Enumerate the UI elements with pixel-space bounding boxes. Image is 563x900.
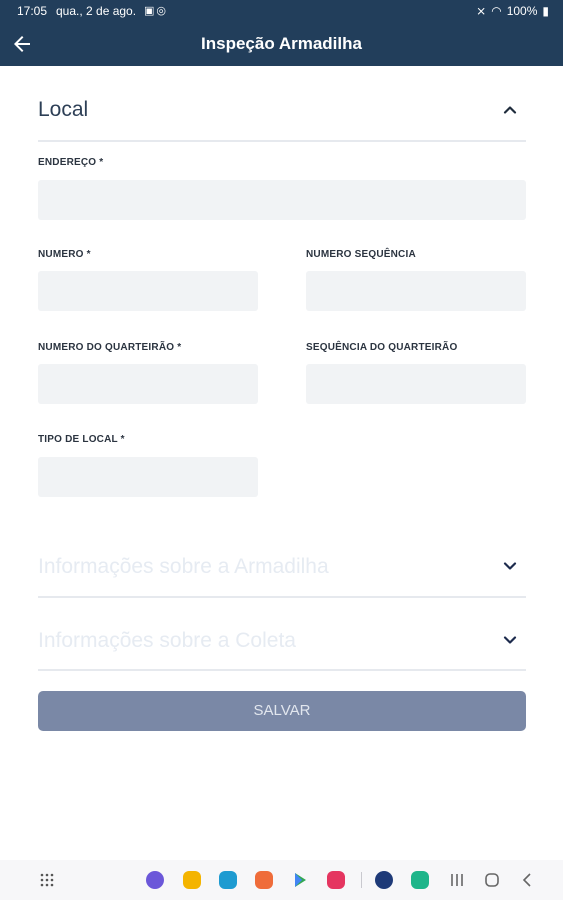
page-title: Inspeção Armadilha <box>201 34 362 53</box>
chevron-down-icon <box>503 562 517 570</box>
app-bar: Inspeção Armadilha <box>0 22 563 66</box>
section-armadilha-title: Informações sobre a Armadilha <box>38 555 329 578</box>
status-bar: 17:05 qua., 2 de ago. ▣◎ ⨯ ◠ 100% ▮ <box>0 0 563 22</box>
section-coleta-title: Informações sobre a Coleta <box>38 629 296 652</box>
sequencia-quarteirao-label: SEQUÊNCIA DO QUARTEIRÃO <box>306 342 458 353</box>
status-right: ⨯ ◠ 100% ▮ <box>476 4 549 18</box>
status-app-icons: ▣◎ <box>144 4 168 17</box>
save-button[interactable]: SALVAR <box>38 691 526 731</box>
numero-quarteirao-label: NUMERO DO QUARTEIRÃO * <box>38 342 182 353</box>
video-icon[interactable] <box>327 871 345 889</box>
status-time: 17:05 <box>17 4 48 18</box>
calendar-icon[interactable] <box>219 871 237 889</box>
divider <box>361 872 362 888</box>
whatsapp-icon: ◎ <box>156 5 169 17</box>
sequencia-quarteirao-input[interactable] <box>306 364 526 404</box>
back-icon[interactable] <box>519 871 537 889</box>
system-nav-bar <box>0 860 563 900</box>
play-store-icon[interactable] <box>291 871 309 889</box>
battery-text: 100% <box>506 4 538 18</box>
wifi-icon: ◠ <box>491 4 502 18</box>
chevron-up-icon <box>503 106 517 114</box>
numero-sequencia-label: NUMERO SEQUÊNCIA <box>306 249 416 260</box>
tipo-local-input[interactable] <box>38 457 258 497</box>
mute-icon: ⨯ <box>476 4 487 18</box>
app-drawer-icon[interactable] <box>38 871 56 889</box>
gallery-icon: ▣ <box>144 5 157 17</box>
section-armadilha-header[interactable]: Informações sobre a Armadilha <box>38 536 526 598</box>
status-date: qua., 2 de ago. <box>56 4 137 18</box>
numero-sequencia-input[interactable] <box>306 271 526 311</box>
endereco-input[interactable] <box>38 180 526 220</box>
tipo-local-label: TIPO DE LOCAL * <box>38 434 125 445</box>
numero-label: NUMERO * <box>38 249 91 260</box>
section-coleta-header[interactable]: Informações sobre a Coleta <box>38 609 526 671</box>
recents-icon[interactable] <box>448 871 466 889</box>
endereco-label: ENDEREÇO * <box>38 157 104 168</box>
settings-icon[interactable] <box>375 871 393 889</box>
numero-quarteirao-input[interactable] <box>38 364 258 404</box>
messages-icon[interactable] <box>411 871 429 889</box>
browser-icon[interactable] <box>146 871 164 889</box>
home-icon[interactable] <box>483 871 501 889</box>
section-local-title: Local <box>38 98 89 121</box>
section-local-header[interactable]: Local <box>38 80 526 142</box>
numero-input[interactable] <box>38 271 258 311</box>
contacts-icon[interactable] <box>255 871 273 889</box>
notes-icon[interactable] <box>183 871 201 889</box>
battery-icon: ▮ <box>542 4 549 18</box>
chevron-down-icon <box>503 636 517 644</box>
